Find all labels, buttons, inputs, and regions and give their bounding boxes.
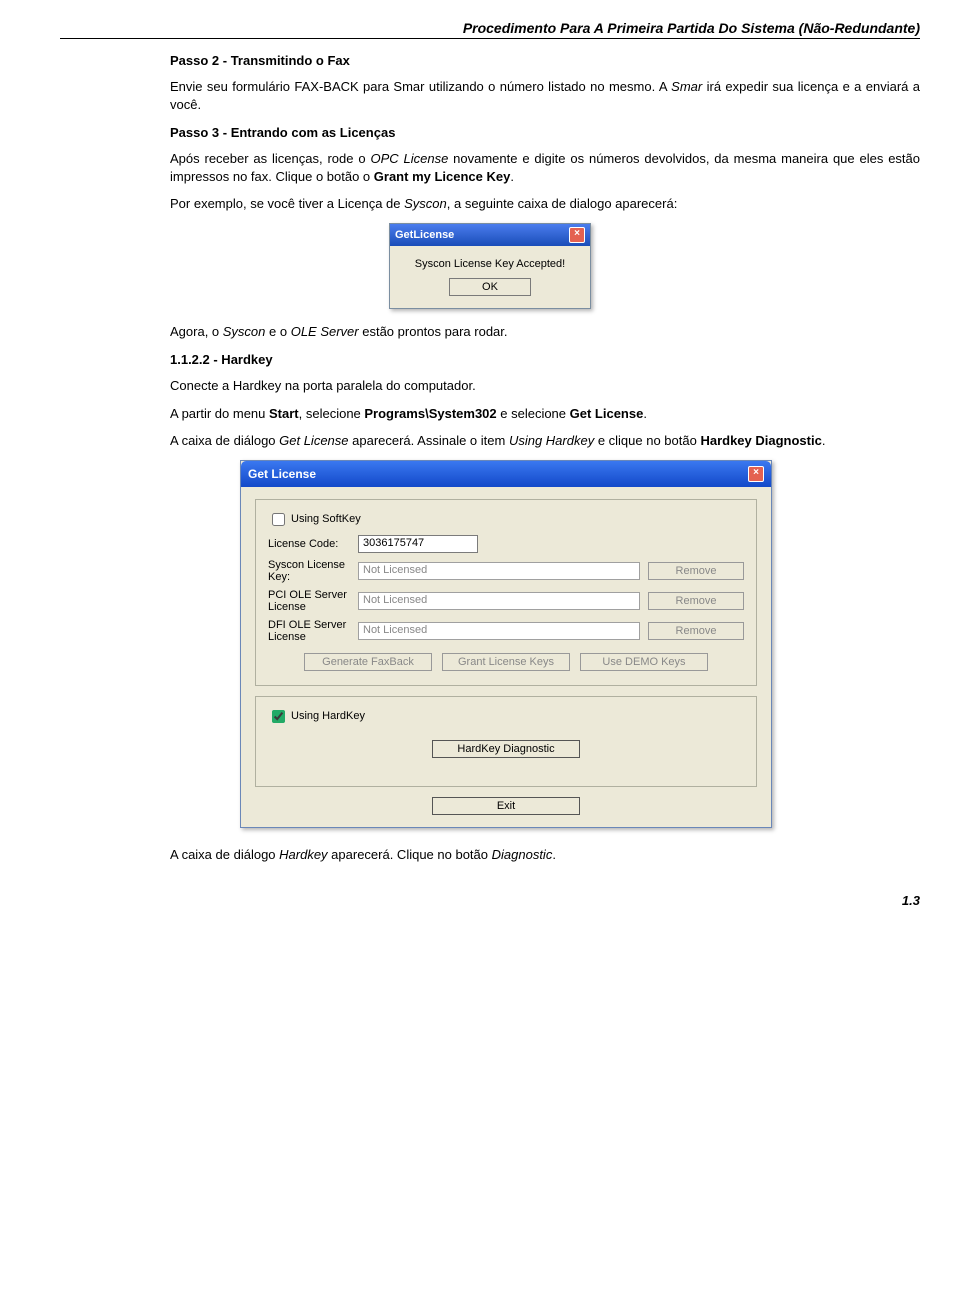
using-hardkey-label: Using HardKey [291, 710, 365, 722]
pci-key-row: PCI OLE Server License Not Licensed Remo… [268, 589, 744, 613]
text-italic: Using Hardkey [509, 433, 594, 448]
remove-button[interactable]: Remove [648, 562, 744, 580]
text: e selecione [497, 406, 570, 421]
softkey-button-row: Generate FaxBack Grant License Keys Use … [268, 653, 744, 671]
pci-key-label: PCI OLE Server License [268, 589, 358, 613]
syscon-key-label: Syscon License Key: [268, 559, 358, 583]
text: A caixa de diálogo [170, 847, 279, 862]
text: . [822, 433, 826, 448]
agora-paragraph: Agora, o Syscon e o OLE Server estão pro… [170, 323, 920, 341]
text: Envie seu formulário FAX-BACK para Smar … [170, 79, 671, 94]
step3-title: Passo 3 - Entrando com as Licenças [170, 125, 920, 140]
getlicense-dialog: GetLicense × Syscon License Key Accepted… [389, 223, 591, 309]
text: , selecione [299, 406, 365, 421]
step2-paragraph: Envie seu formulário FAX-BACK para Smar … [170, 78, 920, 113]
dfi-key-row: DFI OLE Server License Not Licensed Remo… [268, 619, 744, 643]
exit-button[interactable]: Exit [432, 797, 580, 815]
text: aparecerá. Clique no botão [328, 847, 492, 862]
ok-button[interactable]: OK [449, 278, 531, 296]
text: A partir do menu [170, 406, 269, 421]
dialog-title: GetLicense [395, 229, 454, 241]
pci-key-input[interactable]: Not Licensed [358, 592, 640, 610]
hk-paragraph-3: A caixa de diálogo Get License aparecerá… [170, 432, 920, 450]
grant-license-keys-button[interactable]: Grant License Keys [442, 653, 570, 671]
dialog-body: Syscon License Key Accepted! OK [390, 246, 590, 308]
text: , a seguinte caixa de dialogo aparecerá: [447, 196, 678, 211]
hardkey-diag-row: HardKey Diagnostic [268, 740, 744, 758]
page-number: 1.3 [60, 893, 920, 908]
text: . [552, 847, 556, 862]
generate-faxback-button[interactable]: Generate FaxBack [304, 653, 432, 671]
license-code-row: License Code: 3036175747 [268, 535, 744, 553]
using-softkey-checkbox[interactable] [272, 513, 285, 526]
syscon-key-input[interactable]: Not Licensed [358, 562, 640, 580]
dialog-titlebar: Get License × [241, 461, 771, 487]
text: Agora, o [170, 324, 223, 339]
step3-paragraph-2: Por exemplo, se você tiver a Licença de … [170, 195, 920, 213]
close-icon[interactable]: × [748, 466, 764, 482]
get-license-dialog: Get License × Using SoftKey License Code… [240, 460, 772, 828]
text: . [643, 406, 647, 421]
text-italic: Syscon [223, 324, 266, 339]
text-italic: Smar [671, 79, 702, 94]
text-italic: Get License [279, 433, 348, 448]
dialog-message: Syscon License Key Accepted! [398, 258, 582, 270]
dfi-key-label: DFI OLE Server License [268, 619, 358, 643]
text-bold: Get License [570, 406, 644, 421]
step3-paragraph-1: Após receber as licenças, rode o OPC Lic… [170, 150, 920, 185]
text-italic: OLE Server [291, 324, 359, 339]
text-italic: Syscon [404, 196, 447, 211]
use-demo-keys-button[interactable]: Use DEMO Keys [580, 653, 708, 671]
text-bold: Grant my Licence Key [374, 169, 511, 184]
license-code-input[interactable]: 3036175747 [358, 535, 478, 553]
exit-row: Exit [255, 797, 757, 815]
hardkey-checkbox-row: Using HardKey [268, 707, 744, 726]
text: aparecerá. Assinale o item [349, 433, 509, 448]
softkey-checkbox-row: Using SoftKey [268, 510, 744, 529]
text: Por exemplo, se você tiver a Licença de [170, 196, 404, 211]
remove-button[interactable]: Remove [648, 592, 744, 610]
text-bold: Programs\System302 [364, 406, 496, 421]
dialog-title: Get License [248, 467, 316, 481]
dialog-titlebar: GetLicense × [390, 224, 590, 246]
text: e clique no botão [594, 433, 700, 448]
final-paragraph: A caixa de diálogo Hardkey aparecerá. Cl… [170, 846, 920, 864]
hardkey-title: 1.1.2.2 - Hardkey [170, 352, 920, 367]
text-italic: Hardkey [279, 847, 327, 862]
text: . [510, 169, 514, 184]
using-hardkey-checkbox[interactable] [272, 710, 285, 723]
using-softkey-label: Using SoftKey [291, 513, 361, 525]
remove-button[interactable]: Remove [648, 622, 744, 640]
text-bold: Hardkey Diagnostic [700, 433, 821, 448]
text-italic: Diagnostic [492, 847, 553, 862]
dialog-body: Using SoftKey License Code: 3036175747 S… [241, 487, 771, 827]
text-italic: OPC License [370, 151, 448, 166]
step2-title: Passo 2 - Transmitindo o Fax [170, 53, 920, 68]
close-icon[interactable]: × [569, 227, 585, 243]
syscon-key-row: Syscon License Key: Not Licensed Remove [268, 559, 744, 583]
hk-paragraph-1: Conecte a Hardkey na porta paralela do c… [170, 377, 920, 395]
text-bold: Start [269, 406, 299, 421]
text: A caixa de diálogo [170, 433, 279, 448]
license-code-label: License Code: [268, 538, 358, 550]
text: e o [265, 324, 290, 339]
page-header: Procedimento Para A Primeira Partida Do … [60, 20, 920, 39]
dfi-key-input[interactable]: Not Licensed [358, 622, 640, 640]
hardkey-group: Using HardKey HardKey Diagnostic [255, 696, 757, 787]
hk-paragraph-2: A partir do menu Start, selecione Progra… [170, 405, 920, 423]
softkey-group: Using SoftKey License Code: 3036175747 S… [255, 499, 757, 686]
text: estão prontos para rodar. [359, 324, 508, 339]
text: Após receber as licenças, rode o [170, 151, 370, 166]
hardkey-diagnostic-button[interactable]: HardKey Diagnostic [432, 740, 580, 758]
